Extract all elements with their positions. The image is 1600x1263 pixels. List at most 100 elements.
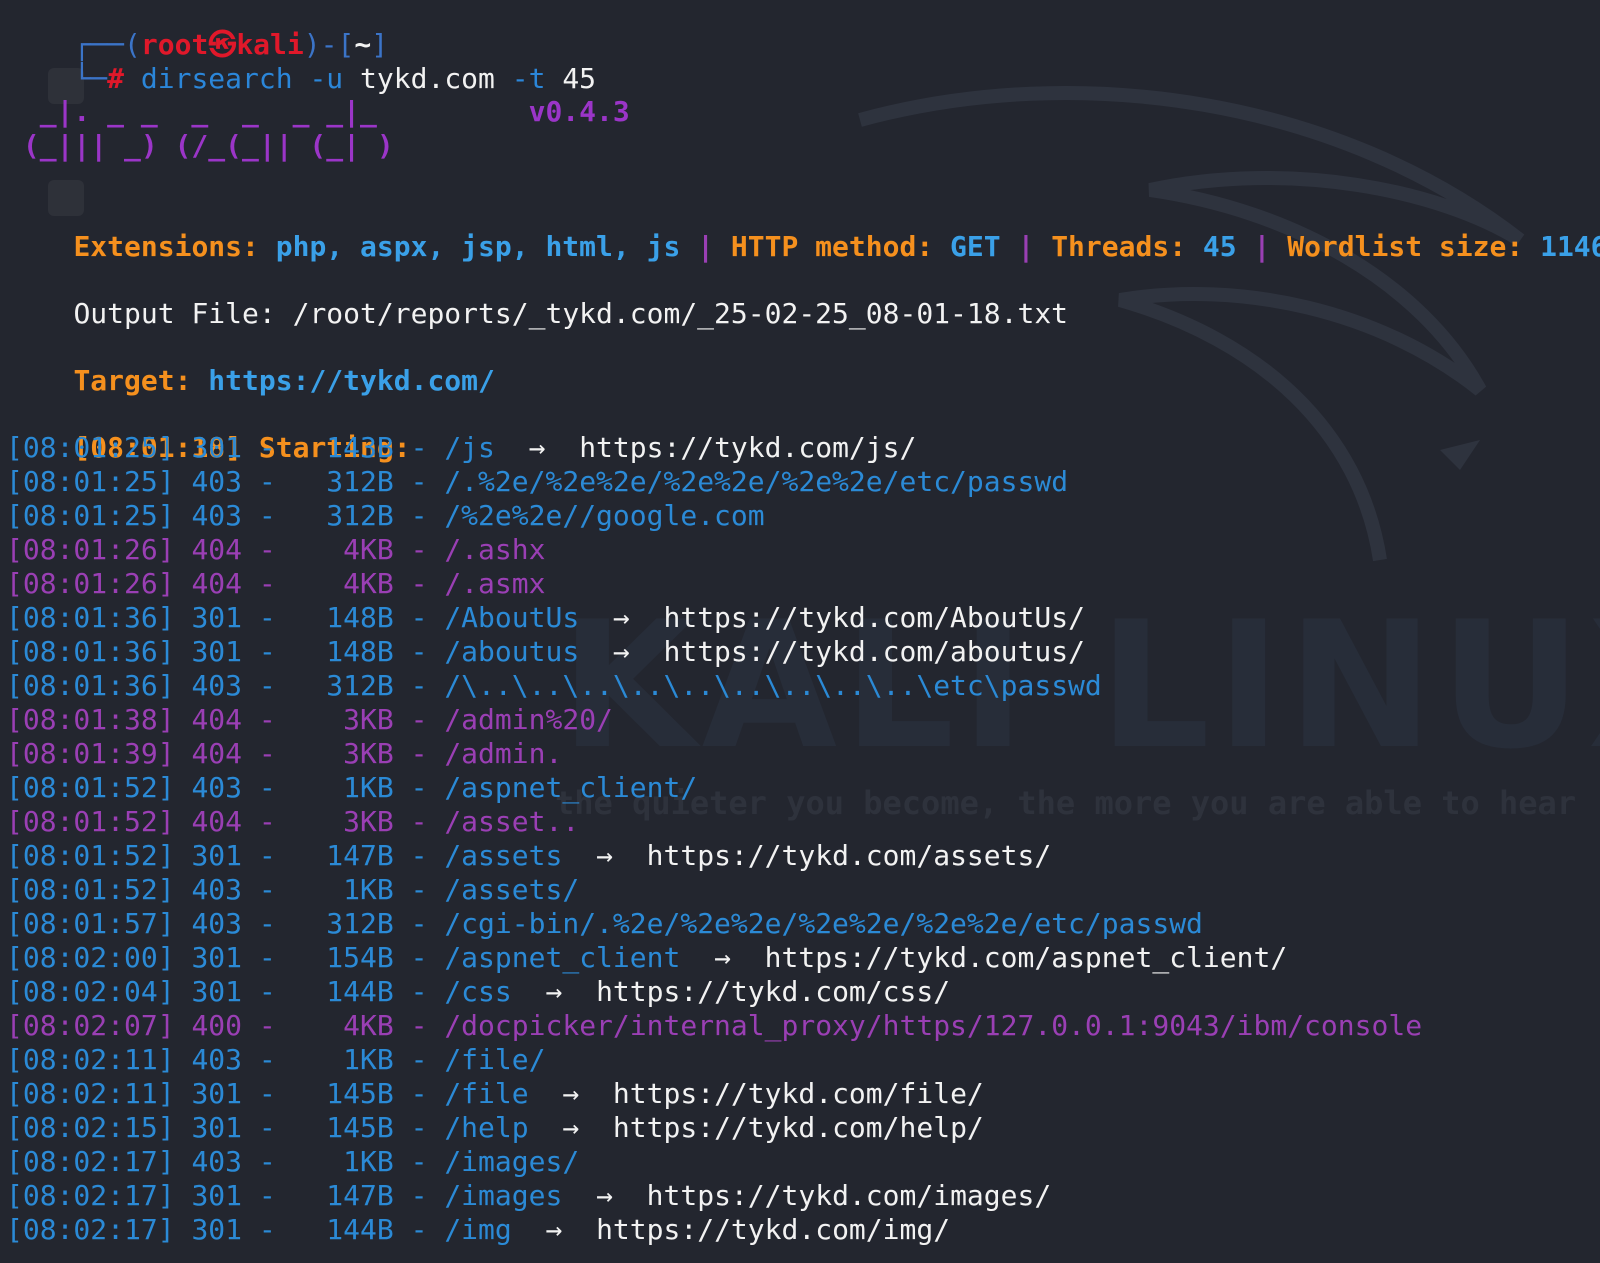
result-size: 1KB xyxy=(292,873,394,906)
result-size: 3KB xyxy=(292,737,394,770)
result-row: [08:02:00] 301 - 154B - /aspnet_client →… xyxy=(6,941,1288,974)
extensions-value: php, aspx, jsp, html, js xyxy=(275,230,681,263)
result-status-code: 403 xyxy=(191,499,243,532)
result-path: /assets/ xyxy=(444,873,580,906)
result-status-code: 301 xyxy=(191,839,243,872)
result-row: [08:01:25] 403 - 312B - /.%2e/%2e%2e/%2e… xyxy=(6,465,1069,498)
command-line[interactable]: └─# dirsearch -u tykd.com -t 45 xyxy=(6,28,1596,95)
result-path: /file/ xyxy=(444,1043,546,1076)
result-size: 154B xyxy=(292,941,394,974)
result-size: 312B xyxy=(292,669,394,702)
result-time: [08:01:57] xyxy=(6,907,175,940)
redirect-arrow-icon: → xyxy=(562,1077,580,1110)
result-redirect-url[interactable]: https://tykd.com/css/ xyxy=(596,975,950,1008)
result-redirect-url[interactable]: https://tykd.com/assets/ xyxy=(647,839,1052,872)
result-row: [08:01:36] 301 - 148B - /aboutus → https… xyxy=(6,635,1085,668)
result-time: [08:02:00] xyxy=(6,941,175,974)
result-path: /asset.. xyxy=(444,805,580,838)
prompt-hash: # xyxy=(107,62,125,95)
result-path: /aspnet_client xyxy=(444,941,681,974)
result-redirect-url[interactable]: https://tykd.com/help/ xyxy=(613,1111,984,1144)
result-time: [08:01:26] xyxy=(6,567,175,600)
result-row: [08:01:38] 404 - 3KB - /admin%20/ xyxy=(6,703,613,736)
result-time: [08:01:52] xyxy=(6,771,175,804)
result-status-code: 403 xyxy=(191,907,243,940)
result-size: 312B xyxy=(292,907,394,940)
result-path: /.%2e/%2e%2e/%2e%2e/%2e%2e/etc/passwd xyxy=(444,465,1069,498)
result-status-code: 404 xyxy=(191,533,243,566)
result-path: /file xyxy=(444,1077,529,1110)
result-status-code: 403 xyxy=(191,465,243,498)
result-time: [08:02:11] xyxy=(6,1043,175,1076)
result-redirect-url[interactable]: https://tykd.com/aspnet_client/ xyxy=(765,941,1288,974)
result-path: /\..\..\..\..\..\..\..\..\..\etc\passwd xyxy=(444,669,1102,702)
result-path: /aboutus xyxy=(444,635,580,668)
result-path: /.asmx xyxy=(444,567,546,600)
redirect-arrow-icon: → xyxy=(612,635,630,668)
result-size: 4KB xyxy=(292,1009,394,1042)
result-size: 143B xyxy=(292,431,394,464)
result-status-code: 404 xyxy=(191,805,243,838)
result-path: /js xyxy=(444,431,495,464)
results-list: [08:01:25] 301 - 143B - /js → https://ty… xyxy=(6,431,1596,1247)
result-status-code: 301 xyxy=(191,1111,243,1144)
result-path: /.ashx xyxy=(444,533,546,566)
result-path: /%2e%2e//google.com xyxy=(444,499,765,532)
result-size: 1KB xyxy=(292,1043,394,1076)
result-status-code: 403 xyxy=(191,669,243,702)
terminal-output[interactable]: ┌──(root㉿kali)-[~] └─# dirsearch -u tykd… xyxy=(6,0,1600,1247)
result-size: 145B xyxy=(292,1111,394,1144)
result-time: [08:02:17] xyxy=(6,1213,175,1246)
result-redirect-url[interactable]: https://tykd.com/images/ xyxy=(647,1179,1052,1212)
result-status-code: 301 xyxy=(191,1179,243,1212)
result-path: /images/ xyxy=(444,1145,580,1178)
result-row: [08:01:25] 403 - 312B - /%2e%2e//google.… xyxy=(6,499,765,532)
result-time: [08:01:52] xyxy=(6,805,175,838)
result-size: 4KB xyxy=(292,567,394,600)
result-size: 1KB xyxy=(292,771,394,804)
result-status-code: 301 xyxy=(191,601,243,634)
result-redirect-url[interactable]: https://tykd.com/js/ xyxy=(579,431,916,464)
result-time: [08:01:39] xyxy=(6,737,175,770)
result-time: [08:01:25] xyxy=(6,465,175,498)
result-time: [08:01:26] xyxy=(6,533,175,566)
result-size: 3KB xyxy=(292,805,394,838)
result-size: 312B xyxy=(292,499,394,532)
result-size: 144B xyxy=(292,975,394,1008)
threads-value: 45 xyxy=(1202,230,1237,263)
result-redirect-url[interactable]: https://tykd.com/file/ xyxy=(613,1077,984,1110)
result-status-code: 301 xyxy=(191,1213,243,1246)
result-status-code: 301 xyxy=(191,431,243,464)
result-status-code: 403 xyxy=(191,771,243,804)
http-method-value: GET xyxy=(950,230,1001,263)
result-size: 145B xyxy=(292,1077,394,1110)
result-redirect-url[interactable]: https://tykd.com/AboutUs/ xyxy=(663,601,1084,634)
command-program: dirsearch xyxy=(140,62,293,95)
redirect-arrow-icon: → xyxy=(545,1213,563,1246)
result-size: 1KB xyxy=(292,1145,394,1178)
redirect-arrow-icon: → xyxy=(545,975,563,1008)
result-status-code: 404 xyxy=(191,703,243,736)
result-time: [08:02:04] xyxy=(6,975,175,1008)
result-path: /help xyxy=(444,1111,529,1144)
result-row: [08:02:17] 403 - 1KB - /images/ xyxy=(6,1145,580,1178)
result-row: [08:01:26] 404 - 4KB - /.asmx xyxy=(6,567,546,600)
version-label: v0.4.3 xyxy=(528,95,630,128)
result-redirect-url[interactable]: https://tykd.com/aboutus/ xyxy=(663,635,1084,668)
result-status-code: 301 xyxy=(191,975,243,1008)
starting-line: [08:01:18] Starting: xyxy=(73,431,411,464)
banner-line-1: _|. _ _ _ _ _ _|_ v0.4.3 xyxy=(6,95,630,128)
result-redirect-url[interactable]: https://tykd.com/img/ xyxy=(596,1213,950,1246)
result-row: [08:02:11] 403 - 1KB - /file/ xyxy=(6,1043,546,1076)
prompt-header: ┌──(root㉿kali)-[~] xyxy=(73,28,389,61)
result-status-code: 301 xyxy=(191,941,243,974)
result-path: /AboutUs xyxy=(444,601,580,634)
wordlist-size-value: 11460 xyxy=(1540,230,1600,263)
result-path: /docpicker/internal_proxy/https/127.0.0.… xyxy=(444,1009,1423,1042)
banner-line-2: (_||| _) (/_(_|| (_| ) xyxy=(6,129,394,162)
result-row: [08:01:57] 403 - 312B - /cgi-bin/.%2e/%2… xyxy=(6,907,1203,940)
result-status-code: 404 xyxy=(191,737,243,770)
output-file-path: /root/reports/_tykd.com/_25-02-25_08-01-… xyxy=(292,297,1069,330)
result-size: 4KB xyxy=(292,533,394,566)
result-status-code: 301 xyxy=(191,1077,243,1110)
